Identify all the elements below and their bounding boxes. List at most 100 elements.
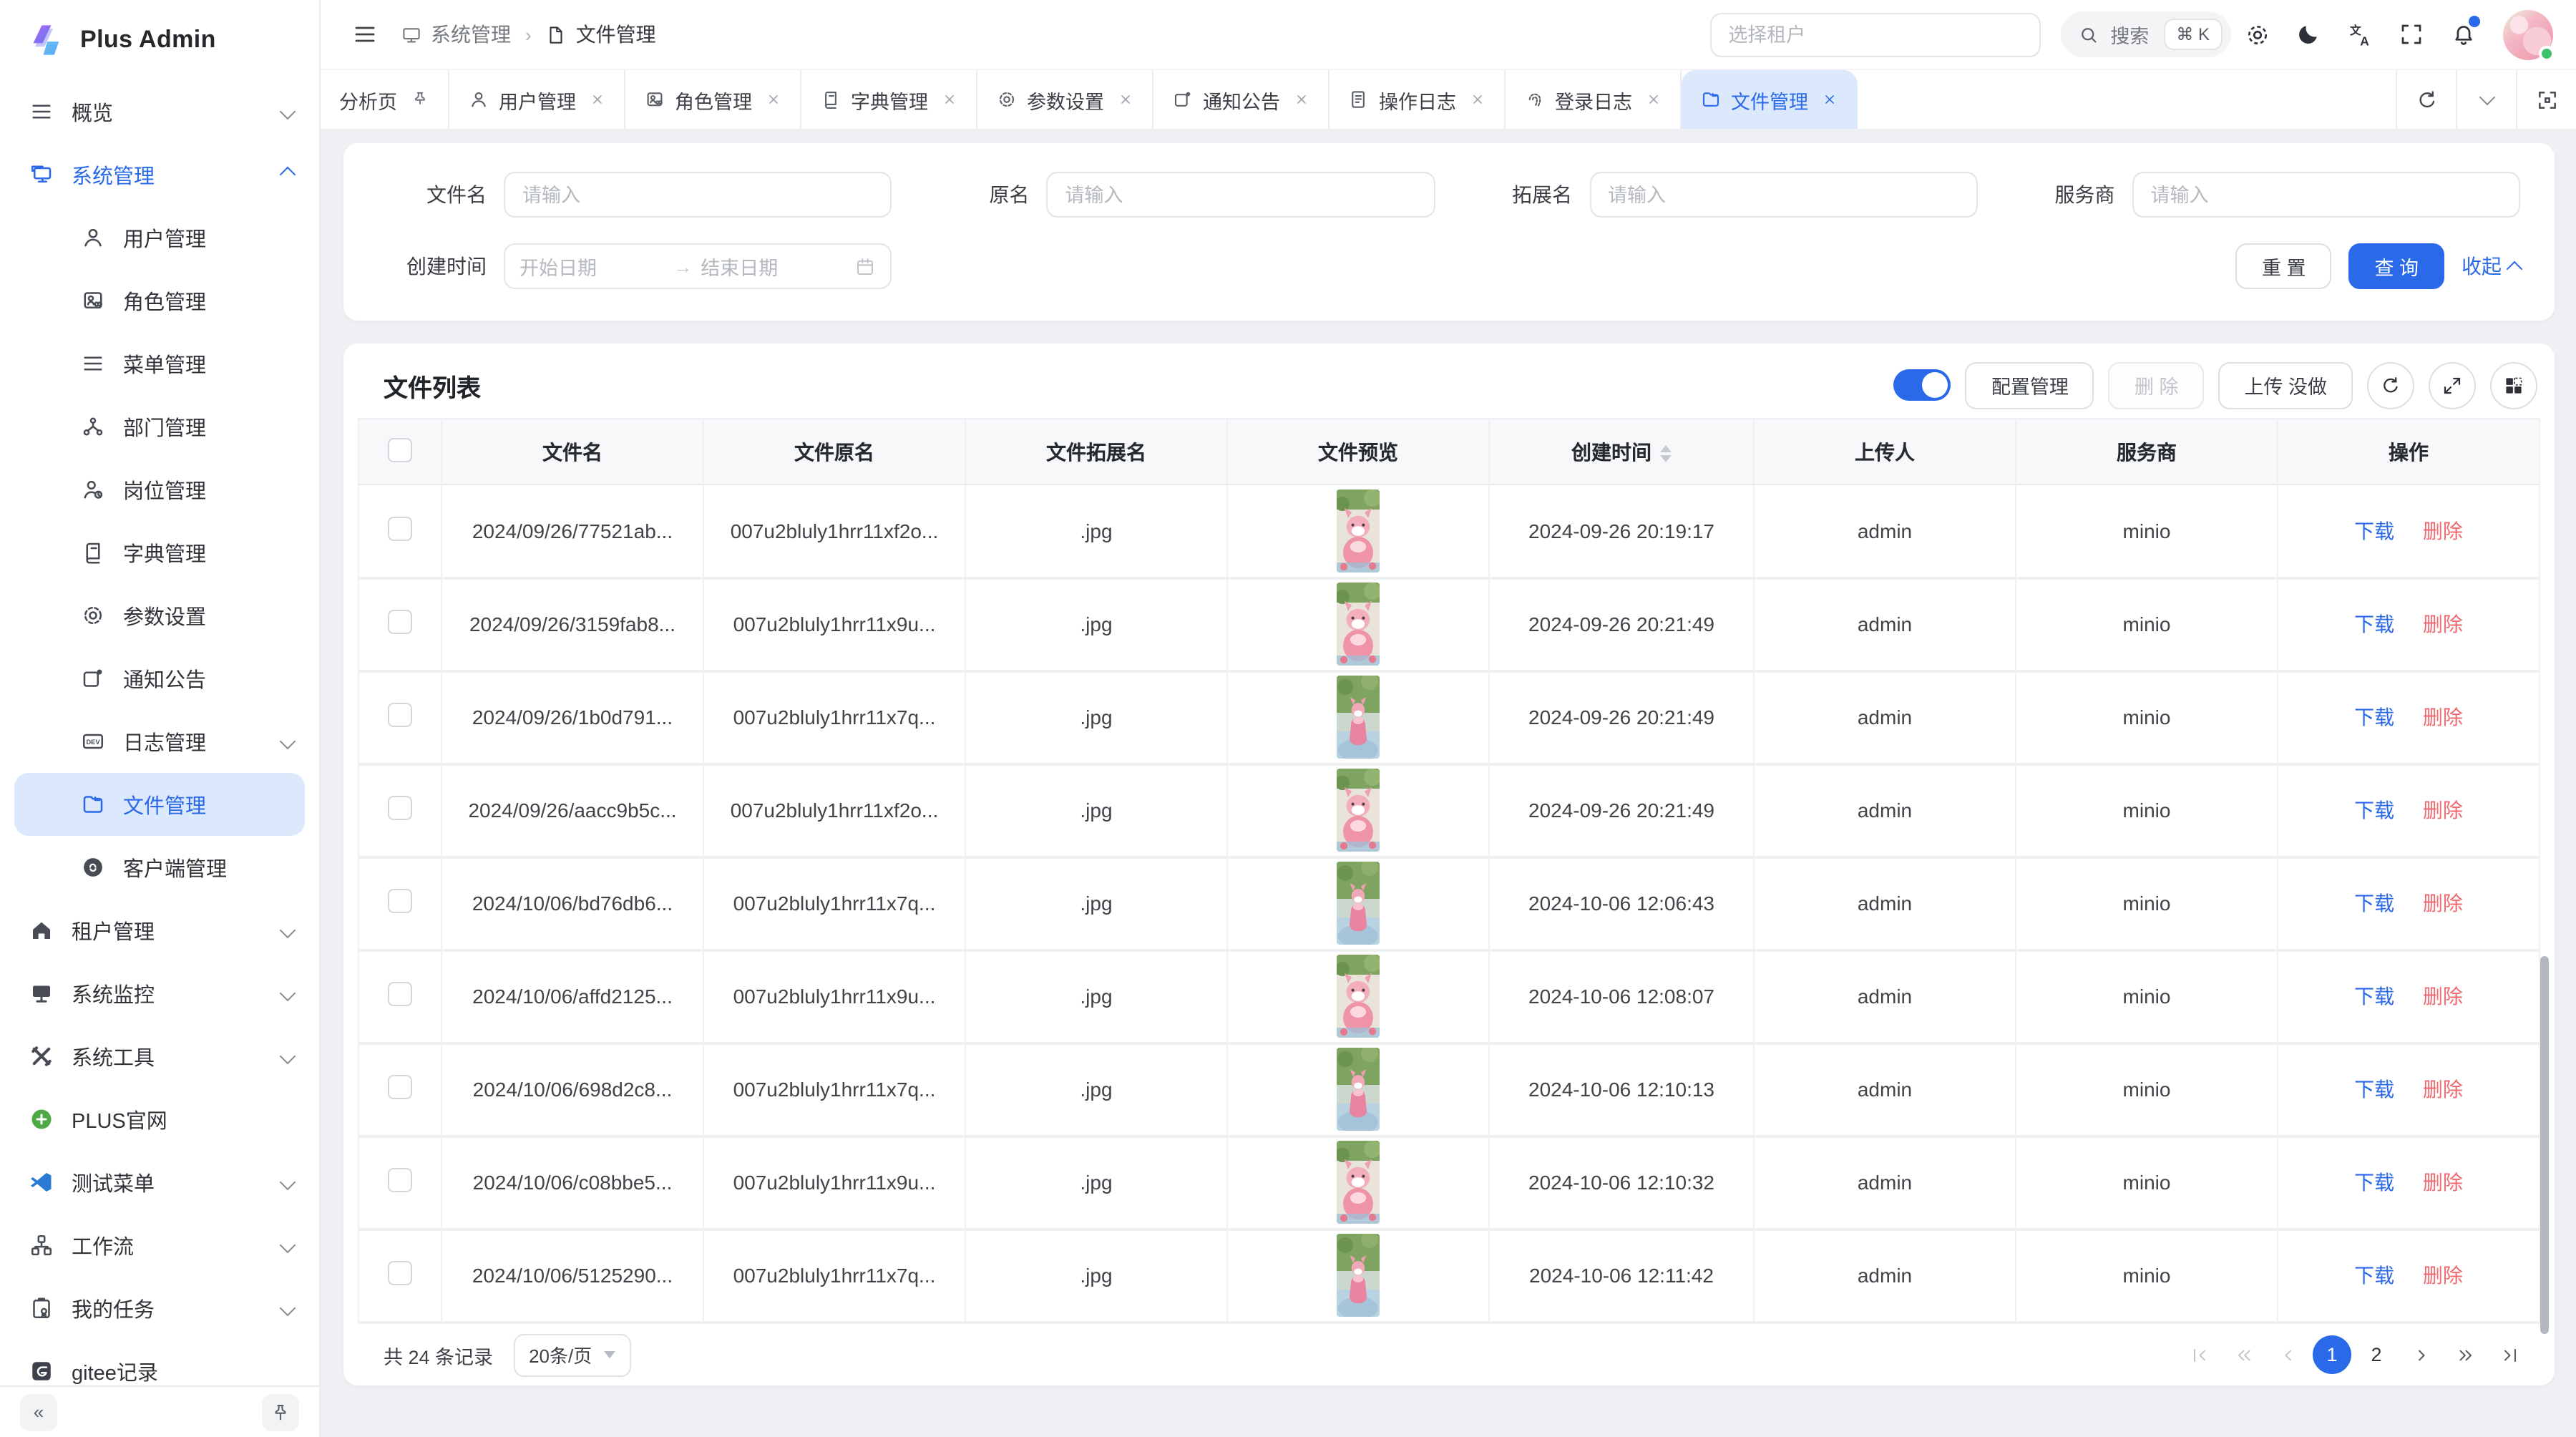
origin-name-input[interactable] bbox=[1047, 172, 1435, 218]
global-search[interactable]: 搜索 ⌘ K bbox=[2060, 11, 2231, 57]
page-next-button[interactable] bbox=[2401, 1335, 2440, 1374]
tab-roles[interactable]: 角色管理 bbox=[625, 70, 801, 129]
tab-oplog[interactable]: 操作日志 bbox=[1329, 70, 1505, 129]
page-number-1[interactable]: 1 bbox=[2313, 1335, 2351, 1374]
user-avatar[interactable] bbox=[2503, 9, 2553, 59]
sidebar-item-logs[interactable]: DEV日志管理 bbox=[0, 710, 319, 773]
page-first-button[interactable] bbox=[2180, 1335, 2218, 1374]
breadcrumb-item-files[interactable]: 文件管理 bbox=[546, 20, 656, 49]
tenant-select-input[interactable] bbox=[1709, 12, 2040, 57]
query-button[interactable]: 查 询 bbox=[2348, 243, 2444, 289]
delete-link[interactable]: 删除 bbox=[2423, 1264, 2463, 1287]
sidebar-item-depts[interactable]: 部门管理 bbox=[0, 395, 319, 458]
sidebar-item-my-tasks[interactable]: 我的任务 bbox=[0, 1277, 319, 1340]
sidebar-item-posts[interactable]: 岗位管理 bbox=[0, 458, 319, 521]
sidebar-item-tenants[interactable]: 租户管理 bbox=[0, 899, 319, 962]
dark-mode-moon-icon[interactable] bbox=[2283, 9, 2334, 60]
sidebar-item-notices[interactable]: 通知公告 bbox=[0, 647, 319, 710]
tab-actions-chevron-icon[interactable] bbox=[2456, 70, 2516, 129]
batch-delete-button[interactable]: 删 除 bbox=[2109, 361, 2205, 409]
logo[interactable]: Plus Admin bbox=[0, 0, 319, 80]
sidebar-item-tools[interactable]: 系统工具 bbox=[0, 1025, 319, 1088]
date-range-picker[interactable]: 开始日期 → 结束日期 bbox=[504, 243, 892, 289]
sidebar-item-roles[interactable]: 角色管理 bbox=[0, 269, 319, 332]
download-link[interactable]: 下载 bbox=[2354, 1078, 2394, 1101]
select-all-checkbox[interactable] bbox=[388, 437, 412, 462]
download-link[interactable]: 下载 bbox=[2354, 706, 2394, 729]
row-checkbox[interactable] bbox=[388, 1075, 412, 1099]
download-link[interactable]: 下载 bbox=[2354, 1264, 2394, 1287]
settings-gear-icon[interactable] bbox=[2231, 9, 2283, 60]
download-link[interactable]: 下载 bbox=[2354, 613, 2394, 635]
fullscreen-icon[interactable] bbox=[2386, 9, 2437, 60]
file-preview-image[interactable] bbox=[1337, 489, 1380, 573]
delete-link[interactable]: 删除 bbox=[2423, 985, 2463, 1008]
page-number-2[interactable]: 2 bbox=[2357, 1335, 2396, 1374]
delete-link[interactable]: 删除 bbox=[2423, 520, 2463, 542]
file-preview-image[interactable] bbox=[1337, 583, 1380, 666]
upload-button[interactable]: 上传 没做 bbox=[2218, 361, 2353, 409]
delete-link[interactable]: 删除 bbox=[2423, 892, 2463, 915]
row-checkbox[interactable] bbox=[388, 1261, 412, 1285]
file-preview-image[interactable] bbox=[1337, 1234, 1380, 1317]
sidebar-item-plus-site[interactable]: PLUS官网 bbox=[0, 1088, 319, 1151]
close-tab-icon[interactable] bbox=[589, 92, 605, 107]
delete-link[interactable]: 删除 bbox=[2423, 1171, 2463, 1194]
menu-toggle-icon[interactable] bbox=[352, 21, 378, 47]
tab-users[interactable]: 用户管理 bbox=[449, 70, 625, 129]
column-settings-button[interactable] bbox=[2490, 361, 2537, 409]
tab-dicts[interactable]: 字典管理 bbox=[801, 70, 977, 129]
collapse-filter-link[interactable]: 收起 bbox=[2462, 252, 2520, 281]
row-checkbox[interactable] bbox=[388, 982, 412, 1006]
refresh-table-button[interactable] bbox=[2367, 361, 2414, 409]
page-size-select[interactable]: 20条/页 bbox=[513, 1333, 630, 1376]
download-link[interactable]: 下载 bbox=[2354, 520, 2394, 542]
close-tab-icon[interactable] bbox=[1117, 92, 1133, 107]
file-preview-image[interactable] bbox=[1337, 1048, 1380, 1131]
provider-input[interactable] bbox=[2132, 172, 2521, 218]
search-panel-toggle[interactable] bbox=[1894, 369, 1951, 401]
tab-loginlog[interactable]: 登录日志 bbox=[1505, 70, 1681, 129]
sidebar-item-users[interactable]: 用户管理 bbox=[0, 206, 319, 269]
download-link[interactable]: 下载 bbox=[2354, 985, 2394, 1008]
file-preview-image[interactable] bbox=[1337, 955, 1380, 1038]
file-preview-image[interactable] bbox=[1337, 862, 1380, 945]
language-translate-icon[interactable]: 文A bbox=[2334, 9, 2386, 60]
close-tab-icon[interactable] bbox=[1645, 92, 1661, 107]
row-checkbox[interactable] bbox=[388, 796, 412, 820]
page-prev-button[interactable] bbox=[2268, 1335, 2307, 1374]
sidebar-item-clients[interactable]: 客户端管理 bbox=[0, 836, 319, 899]
delete-link[interactable]: 删除 bbox=[2423, 613, 2463, 635]
sidebar-item-dicts[interactable]: 字典管理 bbox=[0, 521, 319, 584]
sidebar-item-monitoring[interactable]: 系统监控 bbox=[0, 962, 319, 1025]
download-link[interactable]: 下载 bbox=[2354, 799, 2394, 822]
sidebar-item-menus[interactable]: 菜单管理 bbox=[0, 332, 319, 395]
sidebar-collapse-button[interactable]: « bbox=[20, 1393, 57, 1431]
row-checkbox[interactable] bbox=[388, 889, 412, 913]
sidebar-item-gitee[interactable]: gitee记录 bbox=[0, 1340, 319, 1385]
close-tab-icon[interactable] bbox=[1821, 92, 1837, 107]
page-last-button[interactable] bbox=[2490, 1335, 2529, 1374]
table-fullscreen-button[interactable] bbox=[2429, 361, 2476, 409]
download-link[interactable]: 下载 bbox=[2354, 1171, 2394, 1194]
delete-link[interactable]: 删除 bbox=[2423, 799, 2463, 822]
sidebar-item-test-menu[interactable]: 测试菜单 bbox=[0, 1151, 319, 1214]
delete-link[interactable]: 删除 bbox=[2423, 706, 2463, 729]
sidebar-item-params[interactable]: 参数设置 bbox=[0, 584, 319, 647]
pin-icon[interactable] bbox=[410, 90, 429, 109]
close-tab-icon[interactable] bbox=[765, 92, 781, 107]
filename-input[interactable] bbox=[504, 172, 892, 218]
sidebar-pin-button[interactable] bbox=[262, 1393, 299, 1431]
tab-params[interactable]: 参数设置 bbox=[977, 70, 1153, 129]
notifications-bell-icon[interactable] bbox=[2437, 9, 2489, 60]
row-checkbox[interactable] bbox=[388, 610, 412, 634]
column-header[interactable]: 创建时间 bbox=[1489, 419, 1754, 484]
sidebar-item-system[interactable]: 系统管理 bbox=[0, 143, 319, 206]
table-scrollbar-thumb[interactable] bbox=[2540, 956, 2549, 1334]
tab-analysis[interactable]: 分析页 bbox=[321, 70, 449, 129]
row-checkbox[interactable] bbox=[388, 1168, 412, 1192]
close-tab-icon[interactable] bbox=[941, 92, 957, 107]
reset-button[interactable]: 重 置 bbox=[2236, 243, 2332, 289]
page-next2-button[interactable] bbox=[2446, 1335, 2484, 1374]
content-fullscreen-icon[interactable] bbox=[2516, 70, 2576, 129]
